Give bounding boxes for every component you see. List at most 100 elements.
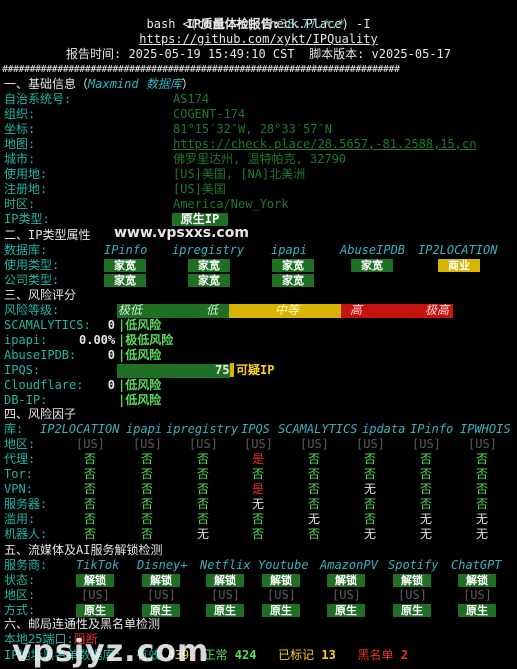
watermark-vpsjyz: vpsjyz.com	[12, 634, 210, 669]
iptype-db-name: IPinfo	[104, 243, 148, 257]
factor-value: 否	[84, 512, 97, 526]
factor-row-label: VPN:	[4, 482, 33, 496]
risk-source-label: ipapi:	[4, 333, 48, 347]
factor-value: 否	[420, 467, 433, 481]
repo-link[interactable]: https://github.com/xykt/IPQuality	[0, 32, 517, 47]
factor-value: 无	[476, 512, 489, 526]
factor-value: 否	[364, 452, 377, 466]
provider-name: Spotify	[388, 558, 439, 572]
report-time-label: 报告时间:	[65, 47, 122, 61]
factor-value: 否	[308, 527, 321, 541]
factor-db-name: IPWHOIS	[460, 422, 511, 436]
basic-value: [US]美国, [NA]北美洲	[173, 167, 306, 181]
risk-verdict: |极低风险	[118, 333, 174, 347]
factor-value: 否	[84, 452, 97, 466]
risk-source-label: IPQS:	[4, 363, 41, 377]
iptype-db-name: IP2LOCATION	[418, 243, 498, 257]
risk-verdict: |低风险	[118, 348, 162, 362]
provider-name: Youtube	[258, 558, 309, 572]
risk-level-text: 高	[350, 303, 363, 317]
risk-verdict: |低风险	[118, 378, 162, 392]
script-version: v2025-05-17	[371, 47, 452, 61]
factor-value: 否	[420, 452, 433, 466]
factor-value: 否	[197, 467, 210, 481]
factor-row-label: 代理:	[4, 452, 36, 466]
factor-db-name: ipdata	[362, 422, 406, 436]
region-value: [US]	[211, 588, 240, 602]
risk-source-label: SCAMALYTICS:	[4, 318, 91, 332]
usage-badge: 家宽	[188, 259, 230, 272]
basic-value: 81°15′32″W, 28°33′57″N	[173, 122, 332, 136]
unlock-badge: 解锁	[76, 574, 114, 587]
factor-value: 否	[308, 467, 321, 481]
factor-value: 否	[476, 482, 489, 496]
risk-bar-fill	[117, 364, 230, 378]
basic-label: 注册地:	[4, 182, 48, 196]
factor-value: 否	[364, 467, 377, 481]
unlock-badge: 解锁	[327, 574, 365, 587]
native-badge: 原生	[458, 604, 496, 617]
section-mail-title: 六、邮局连通性及黑名单检测	[4, 617, 161, 631]
unlock-badge: 解锁	[262, 574, 300, 587]
factor-value: 是	[252, 452, 265, 466]
factor-value: 否	[420, 482, 433, 496]
usage-badge: 家宽	[351, 259, 393, 272]
basic-value: COGENT-174	[173, 107, 246, 121]
usage-badge: 家宽	[272, 259, 314, 272]
risk-verdict: |低风险	[118, 318, 162, 332]
risk-source-label: Cloudflare:	[4, 378, 84, 392]
factor-value: 否	[141, 467, 154, 481]
region-value: [US]	[332, 588, 361, 602]
basic-label: 城市:	[4, 152, 36, 166]
factor-value: 否	[197, 497, 210, 511]
basic-value: America/New_York	[173, 197, 289, 211]
factor-value: 否	[252, 527, 265, 541]
factor-value: 否	[141, 512, 154, 526]
factor-row-label: 机器人:	[4, 527, 48, 541]
factor-db-name: SCAMALYTICS	[278, 422, 358, 436]
factor-value: 无	[476, 527, 489, 541]
factor-row-label: 滥用:	[4, 512, 36, 526]
factor-db-name: IPinfo	[410, 422, 454, 436]
factor-value: [US]	[189, 437, 218, 451]
factor-value: 否	[308, 452, 321, 466]
factor-value: 无	[420, 527, 433, 541]
factor-value: [US]	[76, 437, 105, 451]
iptype-db-name: ipregistry	[172, 243, 245, 257]
factor-row-label: 服务器:	[4, 497, 48, 511]
basic-label: 组织:	[4, 107, 36, 121]
report-meta: 报告时间: 2025-05-19 15:49:10 CST 脚本版本: v202…	[0, 47, 517, 62]
company-badge: 家宽	[104, 274, 146, 287]
risk-level-text: 中等	[275, 303, 300, 317]
factor-value: 无	[197, 527, 210, 541]
unlock-badge: 解锁	[142, 574, 180, 587]
factor-value: 否	[141, 497, 154, 511]
factor-db-name: ipregistry	[166, 422, 239, 436]
separator: ########################################…	[2, 64, 400, 75]
region-value: [US]	[267, 588, 296, 602]
risk-value: 0	[107, 378, 116, 392]
native-badge: 原生	[393, 604, 431, 617]
factor-value: [US]	[412, 437, 441, 451]
factor-db-name: ipapi	[126, 422, 163, 436]
native-badge: 原生	[262, 604, 300, 617]
basic-label: 自治系统号:	[4, 92, 72, 106]
factor-value: 否	[364, 497, 377, 511]
risk-source-label: AbuseIPDB:	[4, 348, 77, 362]
method-label: 方式:	[4, 603, 36, 617]
unlock-badge: 解锁	[458, 574, 496, 587]
section-streaming-title: 五、流媒体及AI服务解锁检测	[4, 543, 163, 557]
factor-db-name: IPQS	[241, 422, 270, 436]
provider-name: Netflix	[200, 558, 251, 572]
factor-value: 否	[308, 482, 321, 496]
factor-value: [US]	[356, 437, 385, 451]
section-iptype-title: 二、IP类型属性	[4, 228, 91, 242]
risk-bar-marker	[230, 363, 234, 377]
map-link[interactable]: https://check.place/28.5657,-81.2588,15,…	[173, 137, 476, 152]
section-factors-title: 四、风险因子	[4, 407, 77, 421]
region-label: 地区:	[4, 588, 36, 602]
status-label: 状态:	[4, 573, 36, 587]
iptype-db-name: AbuseIPDB	[340, 243, 406, 257]
factor-value: 否	[141, 482, 154, 496]
risk-level-text: 低	[206, 303, 219, 317]
